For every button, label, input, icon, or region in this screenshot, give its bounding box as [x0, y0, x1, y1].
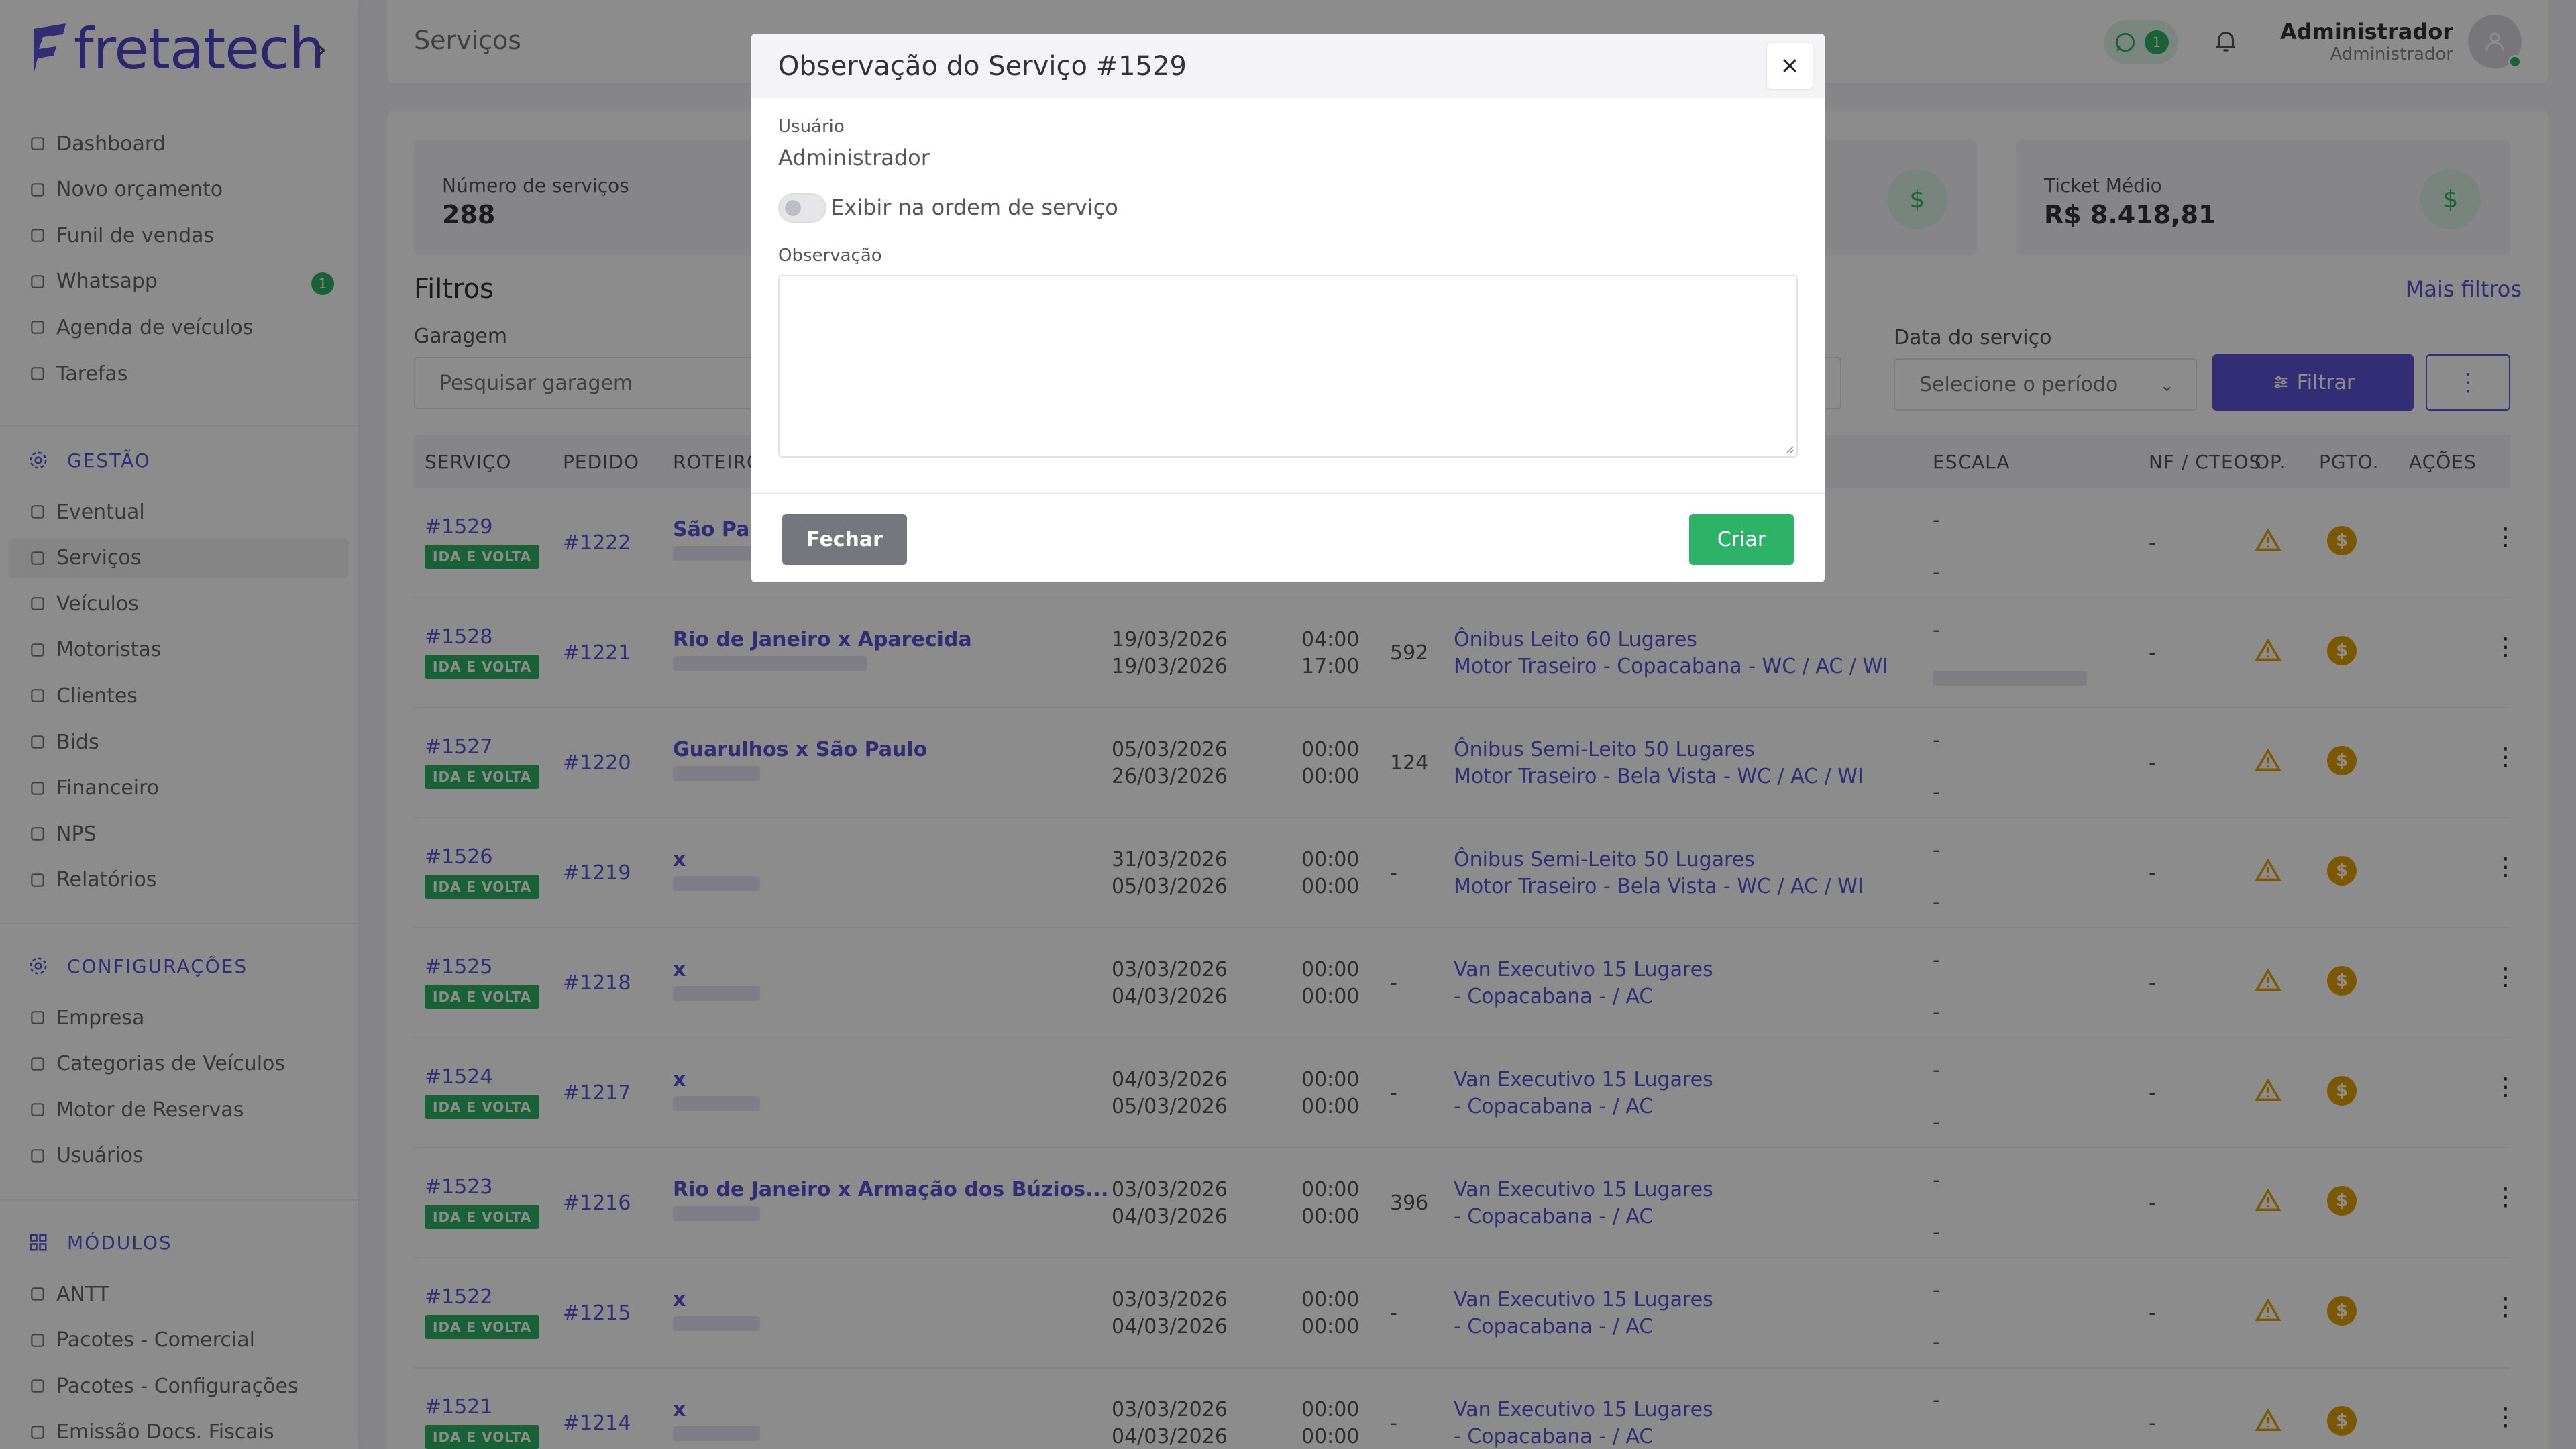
app-root: fretatech › Dashboard Novo orçamento Funil…: [0, 0, 2576, 1449]
show-in-order-label[interactable]: Exibir na ordem de serviço: [830, 195, 1118, 220]
close-button[interactable]: Fechar: [782, 514, 907, 565]
show-in-order-toggle[interactable]: [778, 193, 826, 223]
user-value: Administrador: [778, 145, 930, 170]
create-button[interactable]: Criar: [1689, 514, 1794, 565]
observation-modal: Observação do Serviço #1529 Usuário Admi…: [751, 34, 1825, 582]
modal-close-button[interactable]: [1767, 43, 1813, 89]
user-label: Usuário: [778, 117, 845, 137]
modal-header: Observação do Serviço #1529: [751, 34, 1825, 98]
modal-footer-divider: [751, 492, 1825, 494]
close-icon: [1783, 59, 1796, 72]
toggle-knob: [785, 200, 801, 216]
observation-textarea[interactable]: [778, 275, 1798, 458]
modal-title: Observação do Serviço #1529: [778, 51, 1187, 82]
resize-grip-icon[interactable]: [1784, 444, 1794, 453]
observation-label: Observação: [778, 246, 882, 266]
